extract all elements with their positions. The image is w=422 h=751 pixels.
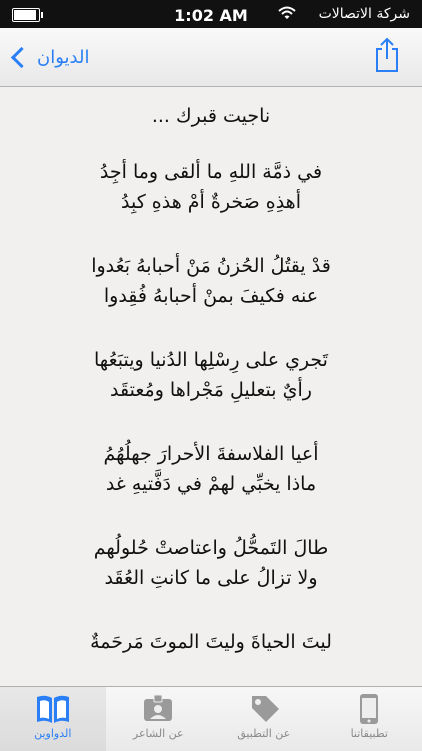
verse-line: طالَ التَمحُّلُ واعتاصتْ حُلولُهم — [0, 533, 422, 563]
stanza: في ذمَّة اللهِ ما ألقى وما أجِدُ أهذِهِ … — [0, 157, 422, 217]
verse-line: عنه فكيفَ بمنْ أحبابهُ فُقِدوا — [0, 281, 422, 311]
tab-diwans[interactable]: الدواوين — [0, 687, 106, 751]
tab-bar: الدواوين عن الشاعر عن التطبيق تطبيقاتنا — [0, 686, 422, 751]
back-button[interactable]: الديوان — [10, 43, 89, 71]
tab-our-apps[interactable]: تطبيقاتنا — [317, 687, 422, 751]
id-card-icon — [140, 693, 176, 725]
stanza: طالَ التَمحُّلُ واعتاصتْ حُلولُهم ولا تز… — [0, 533, 422, 593]
carrier-name: شركة الاتصالات — [319, 6, 410, 22]
stanza: تَجري على رِسْلِها الدُنيا ويتبَعُها رأي… — [0, 345, 422, 405]
tab-about-app[interactable]: عن التطبيق — [211, 687, 317, 751]
wifi-icon — [278, 6, 296, 20]
back-button-label: الديوان — [37, 47, 89, 68]
chevron-left-icon — [11, 46, 32, 67]
verse-line: قدْ يقتُلُ الحُزنُ مَنْ أحبابهُ بَعُدوا — [0, 251, 422, 281]
verse-line: رأيٌ بتعليلِ مَجْراها ومُعتقَد — [0, 375, 422, 405]
poem-content[interactable]: ناجيت قبرك ... في ذمَّة اللهِ ما ألقى وم… — [0, 87, 422, 686]
tab-label: الدواوين — [0, 727, 106, 740]
tab-label: عن الشاعر — [106, 727, 212, 740]
verse-line: أعيا الفلاسفةَ الأحرارَ جهلُهُمُ — [0, 439, 422, 469]
tab-label: عن التطبيق — [211, 727, 317, 740]
verse-line: أهذِهِ صَخرةٌ أمْ هذهِ كبِدُ — [0, 187, 422, 217]
verse-line: ليتَ الحياةَ وليتَ الموتَ مَرحَمةٌ — [0, 627, 422, 657]
stanza: ليتَ الحياةَ وليتَ الموتَ مَرحَمةٌ — [0, 627, 422, 657]
stanza: قدْ يقتُلُ الحُزنُ مَنْ أحبابهُ بَعُدوا … — [0, 251, 422, 311]
share-icon[interactable] — [374, 37, 400, 73]
tag-icon — [246, 693, 282, 725]
tab-label: تطبيقاتنا — [317, 727, 422, 740]
phone-icon — [351, 693, 387, 725]
verse-line: ماذا يخبِّي لهمْ في دَفَّتيهِ غد — [0, 469, 422, 499]
stanza: أعيا الفلاسفةَ الأحرارَ جهلُهُمُ ماذا يخ… — [0, 439, 422, 499]
verse-line: ولا تزالُ على ما كانتِ العُقَد — [0, 563, 422, 593]
verse-line: تَجري على رِسْلِها الدُنيا ويتبَعُها — [0, 345, 422, 375]
poem-title: ناجيت قبرك ... — [0, 105, 422, 127]
verse-line: في ذمَّة اللهِ ما ألقى وما أجِدُ — [0, 157, 422, 187]
tab-about-poet[interactable]: عن الشاعر — [106, 687, 212, 751]
book-icon — [35, 693, 71, 725]
navigation-bar: الديوان — [0, 28, 422, 87]
